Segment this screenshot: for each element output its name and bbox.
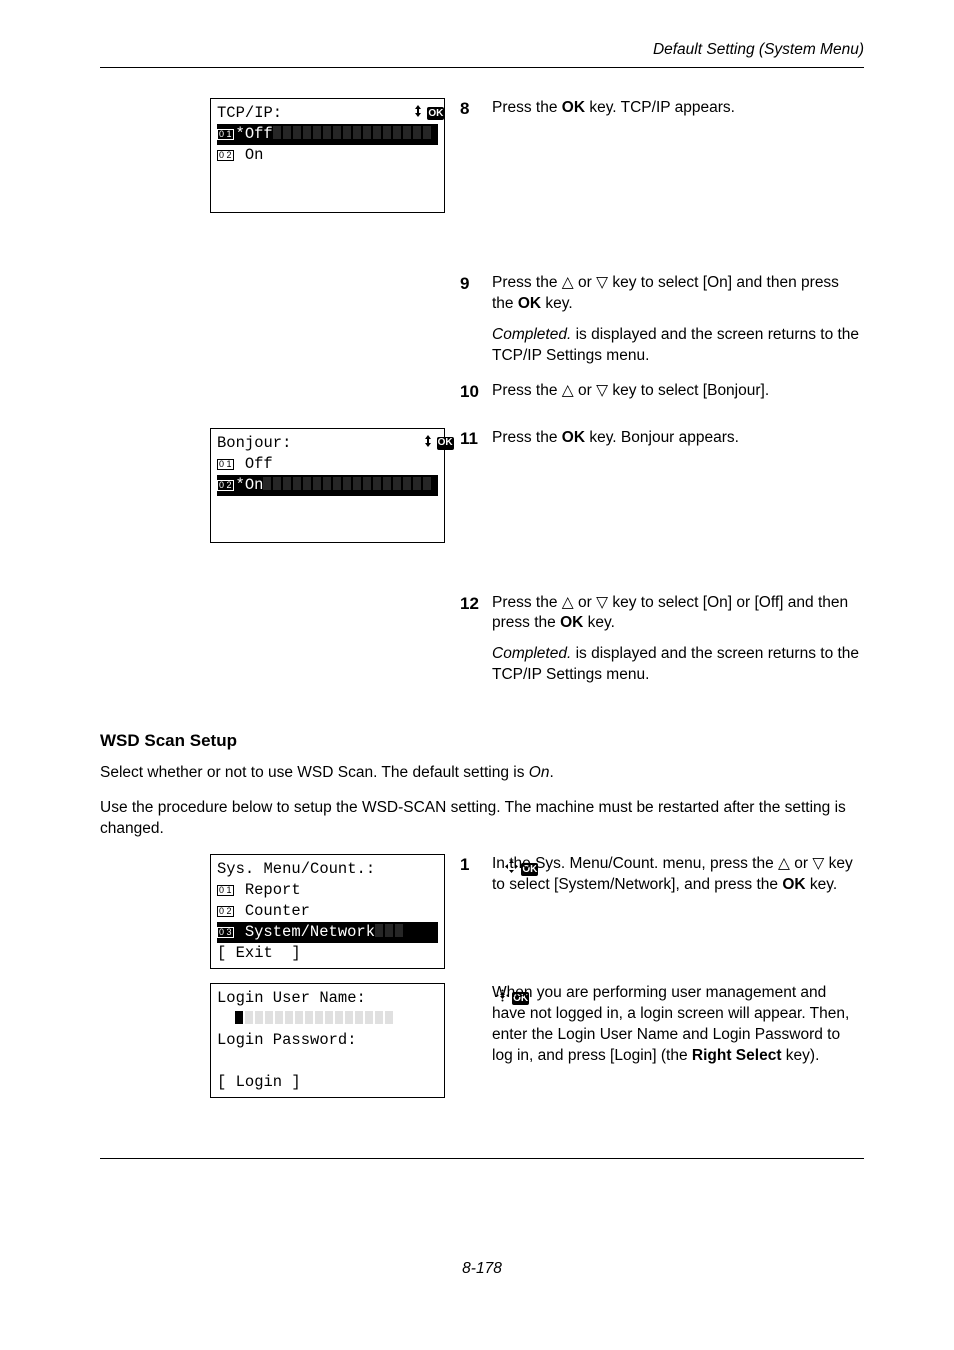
lcd-tcpip: TCP/IP: OK 0 1*Off 0 2 On <box>210 98 445 213</box>
lcd-input-cursor <box>235 1009 395 1030</box>
step-text: Press the △ or ▽ key to select [On] or [… <box>492 593 864 635</box>
running-head: Default Setting (System Menu) <box>100 40 864 67</box>
step-number: 10 <box>460 381 492 404</box>
lcd-row-counter: Counter <box>236 901 310 922</box>
step-11: 11 Press the OK key. Bonjour appears. <box>460 428 864 451</box>
lcd-num-icon: 0 3 <box>217 927 234 938</box>
lcd-sysmenu: Sys. Menu/Count.: OK 0 1 Report 0 2 Coun… <box>210 854 445 969</box>
section-heading-wsd: WSD Scan Setup <box>100 730 864 753</box>
section-paragraph: Select whether or not to use WSD Scan. T… <box>100 763 864 784</box>
lcd-opt-on: On <box>236 145 264 166</box>
step-note: Completed. is displayed and the screen r… <box>492 644 864 686</box>
lcd-softkey-exit: [ Exit ] <box>217 943 438 964</box>
lcd-bonjour-title: Bonjour: <box>217 433 291 454</box>
ok-badge-icon: OK <box>427 107 444 120</box>
lcd-num-icon: 0 1 <box>217 459 234 470</box>
lcd-row-report: Report <box>236 880 301 901</box>
step-number: 12 <box>460 593 492 687</box>
step-9: 9 Press the △ or ▽ key to select [On] an… <box>460 273 864 367</box>
step-text: Press the OK key. TCP/IP appears. <box>492 98 864 119</box>
step-number: 11 <box>460 428 492 451</box>
rule-bottom <box>100 1158 864 1159</box>
step-wsd-1: 1 In the Sys. Menu/Count. menu, press th… <box>460 854 864 896</box>
step-text: Press the OK key. Bonjour appears. <box>492 428 864 449</box>
lcd-sysmenu-title: Sys. Menu/Count.: <box>217 859 375 880</box>
step-8: 8 Press the OK key. TCP/IP appears. <box>460 98 864 121</box>
arrows-ud-icon <box>291 412 433 475</box>
lcd-softkey-login: [ Login ] <box>217 1072 438 1093</box>
step-note: Completed. is displayed and the screen r… <box>492 325 864 367</box>
lcd-bonjour: Bonjour: OK 0 1 Off 0 2*On <box>210 428 445 543</box>
lcd-num-icon: 0 2 <box>217 150 234 161</box>
step-text: Press the △ or ▽ key to select [On] and … <box>492 273 864 315</box>
section-paragraph: Use the procedure below to setup the WSD… <box>100 798 864 840</box>
lcd-opt-on: *On <box>236 475 264 496</box>
step-number: 8 <box>460 98 492 121</box>
step-text: Press the △ or ▽ key to select [Bonjour]… <box>492 381 864 402</box>
lcd-login-title: Login User Name: <box>217 988 366 1009</box>
lcd-opt-off: Off <box>236 454 273 475</box>
lcd-row-system: System/Network <box>236 922 376 943</box>
lcd-login: Login User Name: OK <box>210 983 445 1098</box>
step-number: 9 <box>460 273 492 367</box>
lcd-opt-off: *Off <box>236 124 273 145</box>
lcd-num-icon: 0 1 <box>217 129 234 140</box>
step-text: In the Sys. Menu/Count. menu, press the … <box>492 854 864 896</box>
rule-top <box>100 67 864 68</box>
step-number: 1 <box>460 854 492 896</box>
lcd-num-icon: 0 1 <box>217 885 234 896</box>
step-wsd-login-note: When you are performing user management … <box>460 983 864 1067</box>
lcd-num-icon: 0 2 <box>217 906 234 917</box>
step-text: When you are performing user management … <box>492 983 864 1067</box>
step-12: 12 Press the △ or ▽ key to select [On] o… <box>460 593 864 687</box>
step-10: 10 Press the △ or ▽ key to select [Bonjo… <box>460 381 864 404</box>
lcd-login-password-label: Login Password: <box>217 1030 438 1051</box>
lcd-tcpip-title: TCP/IP: <box>217 103 282 124</box>
lcd-num-icon: 0 2 <box>217 480 234 491</box>
page-number: 8-178 <box>100 1259 864 1280</box>
